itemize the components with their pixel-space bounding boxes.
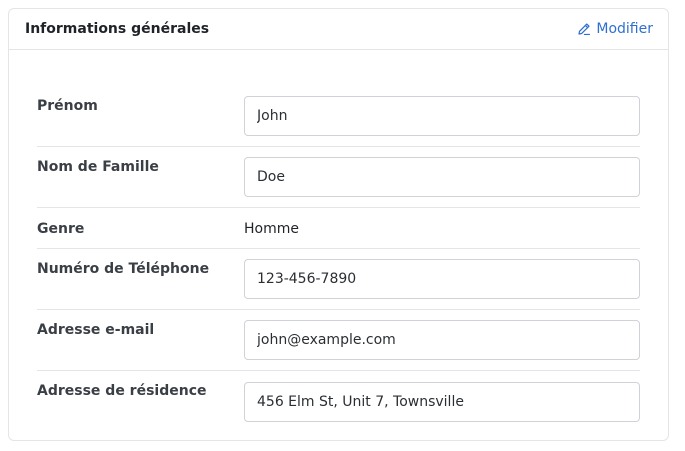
- phone-input[interactable]: [244, 259, 640, 299]
- form-row-address: Adresse de résidence: [37, 371, 640, 432]
- card-header: Informations générales Modifier: [9, 9, 668, 50]
- email-input[interactable]: [244, 320, 640, 360]
- first-name-label: Prénom: [37, 98, 98, 114]
- edit-button[interactable]: Modifier: [577, 21, 653, 37]
- email-label: Adresse e-mail: [37, 322, 155, 338]
- first-name-input[interactable]: [244, 96, 640, 136]
- general-info-card: Informations générales Modifier Prénom N…: [8, 8, 669, 441]
- form-row-gender: Genre Homme: [37, 208, 640, 249]
- gender-label: Genre: [37, 221, 85, 237]
- edit-button-label: Modifier: [596, 21, 653, 37]
- form-row-phone: Numéro de Téléphone: [37, 249, 640, 310]
- address-input[interactable]: [244, 381, 640, 422]
- form-body: Prénom Nom de Famille Genre Homme Numéro…: [9, 50, 668, 432]
- address-label: Adresse de résidence: [37, 383, 207, 399]
- card-title: Informations générales: [25, 21, 210, 37]
- last-name-label: Nom de Famille: [37, 159, 159, 175]
- form-row-last-name: Nom de Famille: [37, 147, 640, 208]
- gender-value: Homme: [244, 221, 299, 237]
- form-row-email: Adresse e-mail: [37, 310, 640, 371]
- last-name-input[interactable]: [244, 157, 640, 197]
- pencil-icon: [577, 22, 591, 36]
- form-row-first-name: Prénom: [37, 86, 640, 147]
- phone-label: Numéro de Téléphone: [37, 261, 210, 277]
